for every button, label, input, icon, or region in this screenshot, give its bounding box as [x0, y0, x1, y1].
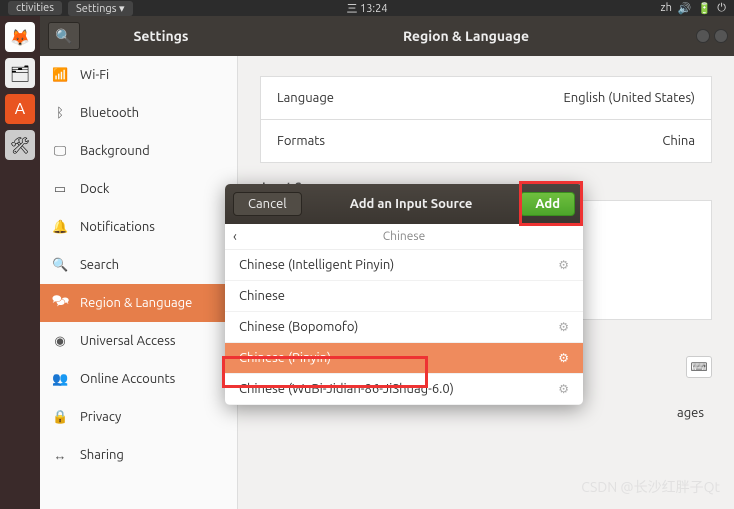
- window-controls: [696, 29, 728, 43]
- notifications-icon: 🔔: [52, 220, 68, 235]
- window-title-right: Region & Language: [236, 28, 696, 44]
- input-source-label: Chinese (WuBi-Jidian-86-JiShuag-6.0): [239, 382, 454, 396]
- input-source-list: ‹ Chinese Chinese (Intelligent Pinyin)⚙C…: [225, 224, 583, 405]
- input-source-option[interactable]: Chinese (Bopomofo) ⚙: [225, 312, 583, 343]
- minimize-button[interactable]: [696, 29, 710, 43]
- window-title-left: Settings: [86, 28, 236, 44]
- search-button[interactable]: 🔍: [48, 22, 80, 50]
- dialog-header: Cancel Add an Input Source Add: [225, 184, 583, 224]
- sidebar-item-label: Online Accounts: [80, 372, 175, 386]
- clock[interactable]: 三 13:24: [346, 0, 387, 16]
- sharing-icon: ↔: [52, 448, 68, 463]
- sidebar-item-wi-fi[interactable]: 📶 Wi-Fi: [40, 56, 237, 94]
- sidebar-item-search[interactable]: 🔍 Search: [40, 246, 237, 284]
- sidebar-item-label: Background: [80, 144, 150, 158]
- list-category-label: Chinese: [383, 230, 425, 243]
- sidebar-item-bluetooth[interactable]: ᛒ Bluetooth: [40, 94, 237, 132]
- language-formats-card: Language English (United States) Formats…: [260, 76, 712, 163]
- launcher-dock: 🦊 🗂 A 🛠: [0, 16, 40, 509]
- sidebar-item-online-accounts[interactable]: 👥 Online Accounts: [40, 360, 237, 398]
- back-icon[interactable]: ‹: [233, 228, 237, 244]
- input-source-label: Chinese: [239, 289, 285, 303]
- input-source-label: Chinese (Pinyin): [239, 351, 331, 365]
- maximize-button[interactable]: [714, 29, 728, 43]
- sidebar-item-region-language[interactable]: 🗫 Region & Language: [40, 284, 237, 322]
- universal-access-icon: ◉: [52, 334, 68, 349]
- background-icon: 🖵: [52, 144, 68, 159]
- search-icon: 🔍: [55, 28, 72, 45]
- list-category-header: ‹ Chinese: [225, 224, 583, 250]
- keyboard-icon: ⌨: [690, 360, 707, 374]
- sidebar-item-label: Wi-Fi: [80, 68, 109, 82]
- bluetooth-icon: ᛒ: [52, 106, 68, 120]
- keyboard-layout-button[interactable]: ⌨: [686, 356, 712, 378]
- settings-sidebar: 📶 Wi-Fi ᛒ Bluetooth 🖵 Background ▭ Dock 🔔 Notific…: [40, 56, 238, 509]
- sidebar-item-notifications[interactable]: 🔔 Notifications: [40, 208, 237, 246]
- gear-icon[interactable]: ⚙: [558, 258, 569, 272]
- sidebar-item-dock[interactable]: ▭ Dock: [40, 170, 237, 208]
- gear-icon[interactable]: ⚙: [558, 320, 569, 334]
- sidebar-item-label: Notifications: [80, 220, 155, 234]
- sidebar-item-sharing[interactable]: ↔ Sharing: [40, 436, 237, 474]
- sidebar-item-label: Sharing: [80, 448, 124, 462]
- region-language-icon: 🗫: [52, 292, 68, 314]
- input-source-option[interactable]: Chinese (WuBi-Jidian-86-JiShuag-6.0) ⚙: [225, 374, 583, 405]
- formats-row[interactable]: Formats China: [261, 120, 711, 162]
- tray-volume-icon[interactable]: 🔊: [678, 2, 692, 15]
- dock-icon: ▭: [52, 182, 68, 197]
- activities-button[interactable]: ctivities: [8, 1, 62, 15]
- gear-icon[interactable]: ⚙: [558, 351, 569, 365]
- sidebar-item-universal-access[interactable]: ◉ Universal Access: [40, 322, 237, 360]
- input-source-label: Chinese (Intelligent Pinyin): [239, 258, 394, 272]
- dialog-title: Add an Input Source: [302, 197, 521, 211]
- software-icon[interactable]: A: [5, 94, 35, 124]
- system-tray[interactable]: zh 🔊 🔋 ⏻: [661, 2, 726, 15]
- online-accounts-icon: 👥: [52, 372, 68, 387]
- language-value: English (United States): [563, 91, 695, 105]
- sidebar-item-label: Privacy: [80, 410, 121, 424]
- sidebar-item-label: Region & Language: [80, 296, 192, 310]
- add-button[interactable]: Add: [520, 192, 575, 216]
- titlebar: 🔍 Settings Region & Language: [40, 16, 734, 56]
- app-menu[interactable]: Settings ▾: [68, 1, 133, 16]
- manage-languages-button[interactable]: ages: [677, 406, 704, 420]
- settings-tool-icon[interactable]: 🛠: [5, 130, 35, 160]
- tray-power-icon[interactable]: ⏻: [717, 2, 726, 15]
- sidebar-item-label: Search: [80, 258, 119, 272]
- firefox-icon[interactable]: 🦊: [5, 22, 35, 52]
- formats-value: China: [662, 134, 695, 148]
- tray-battery-icon[interactable]: 🔋: [698, 2, 712, 15]
- add-input-source-dialog: Cancel Add an Input Source Add ‹ Chinese…: [225, 184, 583, 405]
- tray-ime-icon[interactable]: zh: [661, 2, 672, 15]
- formats-label: Formats: [277, 134, 325, 148]
- sidebar-item-label: Bluetooth: [80, 106, 139, 120]
- language-label: Language: [277, 91, 334, 105]
- input-source-option[interactable]: Chinese (Intelligent Pinyin) ⚙: [225, 250, 583, 281]
- input-source-option[interactable]: Chinese: [225, 281, 583, 312]
- cancel-button[interactable]: Cancel: [233, 192, 302, 216]
- wi-fi-icon: 📶: [52, 68, 68, 83]
- files-icon[interactable]: 🗂: [5, 58, 35, 88]
- top-panel: ctivities Settings ▾ 三 13:24 zh 🔊 🔋 ⏻: [0, 0, 734, 16]
- gear-icon[interactable]: ⚙: [558, 382, 569, 396]
- search-icon: 🔍: [52, 258, 68, 273]
- language-row[interactable]: Language English (United States): [261, 77, 711, 120]
- sidebar-item-label: Universal Access: [80, 334, 175, 348]
- privacy-icon: 🔒: [52, 410, 68, 425]
- input-source-option[interactable]: Chinese (Pinyin) ⚙: [225, 343, 583, 374]
- sidebar-item-background[interactable]: 🖵 Background: [40, 132, 237, 170]
- sidebar-item-label: Dock: [80, 182, 109, 196]
- input-source-label: Chinese (Bopomofo): [239, 320, 358, 334]
- sidebar-item-privacy[interactable]: 🔒 Privacy: [40, 398, 237, 436]
